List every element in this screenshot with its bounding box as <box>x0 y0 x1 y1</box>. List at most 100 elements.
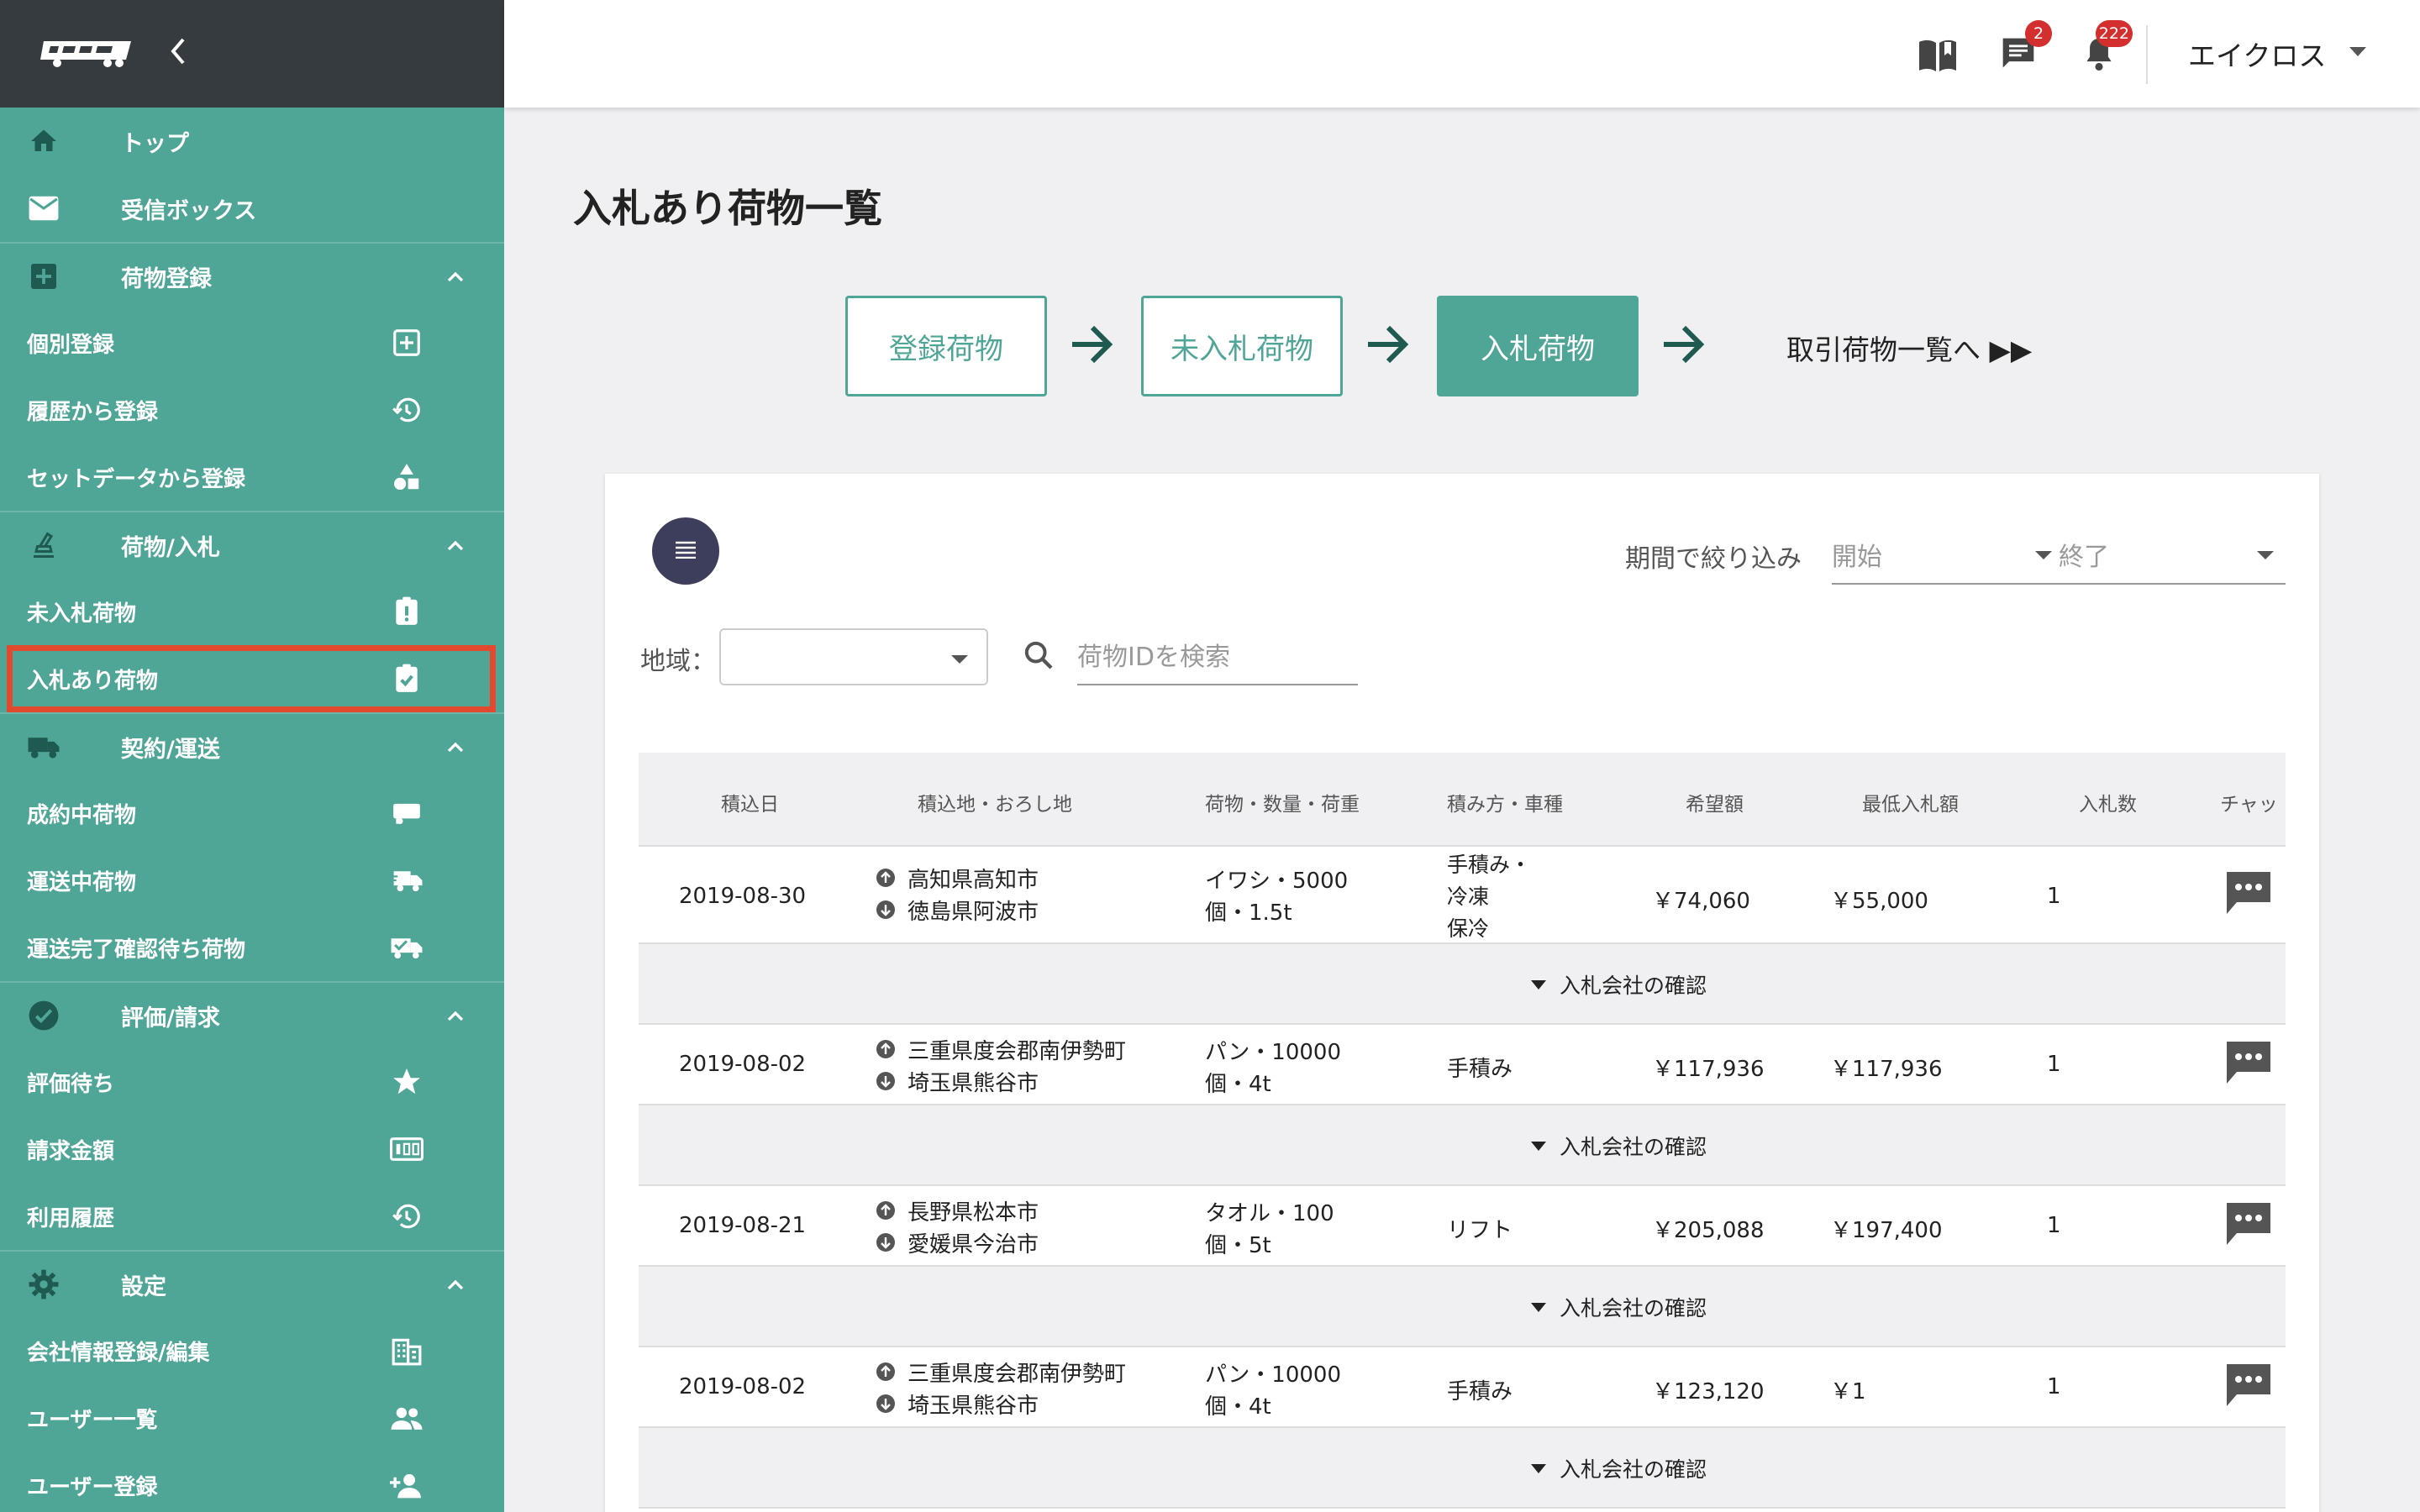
chevron-up-icon[interactable] <box>442 264 469 291</box>
locations: 三重県度会郡南伊勢町 埼玉県熊谷市 <box>876 1356 1126 1420</box>
period-end-select[interactable]: 終了 <box>2059 524 2286 585</box>
origin: 三重県度会郡南伊勢町 <box>908 1038 1127 1064</box>
arrow-down-circle-icon <box>876 1072 895 1090</box>
sidebar-item-in-transit-cargo[interactable]: 運送中荷物 <box>0 847 504 914</box>
min-bid-price: ￥117,936 <box>1830 1057 1943 1082</box>
step-bid-cargo[interactable]: 入札荷物 <box>1437 296 1639 396</box>
bid-company-toggle-row[interactable]: 入札会社の確認 <box>639 1105 2286 1186</box>
sidebar-section-settings[interactable]: 設定 <box>0 1250 504 1317</box>
sidebar-item-label: 成約中荷物 <box>27 802 137 828</box>
sidebar-item-contracted-cargo[interactable]: 成約中荷物 <box>0 780 504 847</box>
sidebar-item-inbox[interactable]: 受信ボックス <box>0 175 504 242</box>
sidebar: トップ 受信ボックス 荷物登録 個別登録 履歴から登録 セットデータから登録 荷… <box>0 0 504 1512</box>
arrow-down-circle-icon <box>876 1394 895 1413</box>
truck-small-icon <box>390 796 424 830</box>
sidebar-section-evaluation-billing[interactable]: 評価/請求 <box>0 981 504 1048</box>
min-bid-price: ￥55,000 <box>1830 889 1928 914</box>
chat-bubble-icon[interactable] <box>2223 1200 2274 1248</box>
period-end-placeholder: 終了 <box>2059 543 2109 572</box>
bid-company-toggle-row[interactable]: 入札会社の確認 <box>639 1428 2286 1509</box>
star-icon <box>390 1065 424 1099</box>
sidebar-item-company-info[interactable]: 会社情報登録/編集 <box>0 1317 504 1384</box>
chevron-up-icon[interactable] <box>442 1272 469 1299</box>
bid-company-toggle-row[interactable]: 入札会社の確認 <box>639 1267 2286 1347</box>
sidebar-section-cargo-bid[interactable]: 荷物/入札 <box>0 511 504 578</box>
sidebar-section-contract-transport[interactable]: 契約/運送 <box>0 712 504 780</box>
sidebar-item-register-from-history[interactable]: 履歴から登録 <box>0 376 504 444</box>
period-filter-label: 期間で絞り込み <box>1625 544 1802 574</box>
chat-bubble-icon[interactable] <box>2223 1038 2274 1087</box>
cargo-id-search-input[interactable] <box>1077 630 1358 685</box>
col-locations[interactable]: 積込地・おろし地 <box>918 788 1072 816</box>
caret-down-icon <box>2035 551 2052 559</box>
min-bid-price: ￥197,400 <box>1830 1218 1943 1243</box>
chat-bubble-icon[interactable] <box>2223 1361 2274 1410</box>
table-row[interactable]: 2019-08-21 長野県松本市 愛媛県今治市 タオル・100 個・5t リフ… <box>639 1186 2286 1267</box>
user-add-icon <box>390 1468 424 1502</box>
clipboard-check-icon <box>390 662 424 696</box>
table-row[interactable]: 2019-08-02 三重県度会郡南伊勢町 埼玉県熊谷市 パン・10000 個・… <box>639 1025 2286 1105</box>
sidebar-item-usage-history[interactable]: 利用履歴 <box>0 1183 504 1250</box>
sidebar-section-label: 契約/運送 <box>121 736 220 763</box>
destination: 愛媛県今治市 <box>908 1231 1039 1257</box>
sidebar-item-user-register[interactable]: ユーザー登録 <box>0 1452 504 1512</box>
chat-bubble-icon[interactable] <box>2223 869 2274 917</box>
sidebar-section-cargo-register[interactable]: 荷物登録 <box>0 242 504 309</box>
sidebar-item-label: トップ <box>121 130 189 157</box>
bid-company-toggle[interactable]: 入札会社の確認 <box>1531 1453 1707 1483</box>
sidebar-item-register-from-set[interactable]: セットデータから登録 <box>0 444 504 511</box>
chevron-up-icon[interactable] <box>442 734 469 761</box>
loading-method-1: リフト <box>1447 1218 1513 1243</box>
sidebar-item-label: セットデータから登録 <box>27 466 246 492</box>
bid-company-toggle[interactable]: 入札会社の確認 <box>1531 1292 1707 1322</box>
arrow-right-icon <box>1072 325 1113 364</box>
col-bid-count[interactable]: 入札数 <box>2079 788 2137 816</box>
sidebar-item-top[interactable]: トップ <box>0 108 504 175</box>
sidebar-item-individual-register[interactable]: 個別登録 <box>0 309 504 376</box>
chevron-up-icon[interactable] <box>442 1003 469 1030</box>
table-row[interactable]: 2019-08-30 高知県高知市 徳島県阿波市 イワシ・5000 個・1.5t… <box>639 847 2286 944</box>
region-select[interactable] <box>719 628 988 685</box>
sidebar-item-unbid-cargo[interactable]: 未入札荷物 <box>0 578 504 645</box>
sidebar-item-awaiting-evaluation[interactable]: 評価待ち <box>0 1048 504 1116</box>
bid-company-label: 入札会社の確認 <box>1560 1135 1707 1159</box>
sidebar-item-bid-cargo[interactable]: 入札あり荷物 <box>7 645 496 712</box>
menu-button[interactable] <box>652 517 719 585</box>
destination: 徳島県阿波市 <box>908 899 1039 925</box>
bid-company-toggle[interactable]: 入札会社の確認 <box>1531 969 1707 1000</box>
caret-down-icon[interactable] <box>2349 47 2366 56</box>
notifications-button[interactable]: 222 <box>2077 20 2133 77</box>
user-menu-name[interactable]: エイクロス <box>2188 34 2326 74</box>
col-min-bid[interactable]: 最低入札額 <box>1862 788 1959 816</box>
caret-down-icon <box>1531 1141 1546 1151</box>
sidebar-item-delivery-confirm-cargo[interactable]: 運送完了確認待ち荷物 <box>0 914 504 981</box>
sidebar-item-billing-amount[interactable]: 請求金額 <box>0 1116 504 1183</box>
step-unbid-cargo[interactable]: 未入札荷物 <box>1141 296 1343 396</box>
desired-price: ￥205,088 <box>1652 1218 1765 1243</box>
sidebar-item-label: 利用履歴 <box>27 1205 115 1231</box>
region-filter-label: 地域： <box>640 647 716 676</box>
manual-book-icon[interactable] <box>1916 34 1960 77</box>
table-row[interactable]: 2019-08-02 三重県度会郡南伊勢町 埼玉県熊谷市 パン・10000 個・… <box>639 1347 2286 1428</box>
period-start-select[interactable]: 開始 <box>1832 524 2059 585</box>
col-loading-date[interactable]: 積込日 <box>721 788 779 816</box>
collapse-sidebar-button[interactable] <box>168 36 188 72</box>
col-chat[interactable]: チャッ <box>2220 788 2278 816</box>
truck-logo-icon <box>39 39 136 68</box>
messages-button[interactable]: 2 <box>1996 20 2052 77</box>
col-loading-method[interactable]: 積み方・車種 <box>1447 788 1563 816</box>
step-registered-cargo[interactable]: 登録荷物 <box>845 296 1047 396</box>
chevron-up-icon[interactable] <box>442 533 469 559</box>
trade-cargo-list-link[interactable]: 取引荷物一覧へ ▶▶ <box>1786 328 2032 368</box>
bid-cargo-table: 積込日 積込地・おろし地 荷物・数量・荷重 積み方・車種 希望額 最低入札額 入… <box>639 753 2286 1509</box>
bid-company-toggle-row[interactable]: 入札会社の確認 <box>639 944 2286 1025</box>
truck-icon <box>27 730 60 764</box>
bid-company-label: 入札会社の確認 <box>1560 1457 1707 1482</box>
arrow-down-circle-icon <box>876 900 895 919</box>
col-desired-price[interactable]: 希望額 <box>1686 788 1744 816</box>
sidebar-item-user-list[interactable]: ユーザー一覧 <box>0 1384 504 1452</box>
bid-company-toggle[interactable]: 入札会社の確認 <box>1531 1131 1707 1161</box>
col-cargo[interactable]: 荷物・数量・荷重 <box>1205 788 1360 816</box>
top-header: 2 222 エイクロス <box>504 0 2420 108</box>
sidebar-item-label: 評価待ち <box>27 1071 115 1097</box>
